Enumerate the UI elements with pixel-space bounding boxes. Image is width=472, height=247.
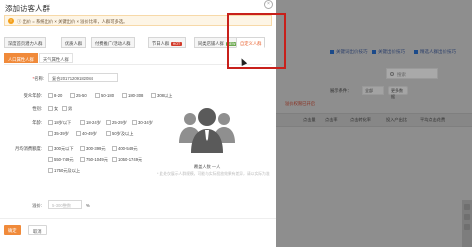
bg-search-input: 搜索	[386, 68, 438, 79]
tab-paid-promo[interactable]: 付费推广/活动人群	[91, 37, 135, 48]
close-icon[interactable]: ×	[264, 0, 273, 9]
bg-more-button: 更多数据	[388, 86, 408, 99]
bg-col: 点击率	[325, 117, 338, 122]
bg-col: 平均点击花费	[420, 117, 446, 122]
modal-footer: 确定 取消	[0, 218, 276, 247]
age-label: 受众年龄:	[23, 93, 42, 98]
annotation-highlight-box	[227, 13, 286, 69]
spend-option[interactable]: 750-1049元	[80, 157, 108, 163]
age-option[interactable]: 8-20	[48, 93, 62, 98]
coverage-hint: * 此处仅展示人群规模，可能与实际投放效果有差异，请以实际为准	[157, 172, 270, 176]
premium-label: 溢价:	[32, 203, 42, 208]
checkbox[interactable]	[48, 157, 53, 162]
gender-label: 性别:	[32, 106, 42, 111]
search-icon	[390, 72, 394, 76]
checkbox[interactable]	[80, 157, 85, 162]
premium-unit: %	[86, 203, 90, 208]
checkbox[interactable]	[132, 120, 137, 125]
bg-filter-label: 展示条件：	[330, 88, 352, 93]
bg-col: 点击量	[303, 117, 316, 122]
tab-festival[interactable]: 节日人群 HOT	[148, 37, 186, 48]
age-option[interactable]: 50-180	[95, 93, 114, 98]
bg-warning: 溢价权限已开启	[285, 101, 316, 106]
age-range-option[interactable]: 40-49岁	[76, 131, 97, 137]
age-range-option[interactable]: 30-34岁	[132, 120, 153, 126]
age-option[interactable]: 180-308	[122, 93, 143, 98]
checkbox[interactable]	[112, 146, 117, 151]
spend-label: 月均消费额度:	[15, 146, 42, 151]
checkbox[interactable]	[48, 168, 53, 173]
confirm-button[interactable]: 确定	[4, 225, 21, 235]
bg-side-toolbar	[462, 200, 472, 247]
age-range-option[interactable]: 18-24岁	[80, 120, 101, 126]
gender-option-female[interactable]: 女	[48, 106, 58, 112]
tab-deep-potential[interactable]: 深度首页潜力人群	[4, 37, 47, 48]
checkbox[interactable]	[112, 157, 117, 162]
spend-option[interactable]: 400-549元	[112, 146, 138, 152]
age-range-option[interactable]: 50岁及以上	[106, 131, 133, 137]
checkbox[interactable]	[106, 131, 111, 136]
age-option[interactable]: 25-50	[70, 93, 87, 98]
modal-title: 添加访客人群	[5, 4, 50, 13]
checkbox[interactable]	[48, 131, 53, 136]
age-range-option[interactable]: 35-39岁	[48, 131, 69, 137]
checkbox[interactable]	[80, 146, 85, 151]
bg-col: 投入产出比	[386, 117, 407, 122]
checkbox[interactable]	[62, 106, 67, 111]
notice-text: ⓘ 出价 = 系统出价 × 关键出价 × 溢价比率，人群可多选。	[17, 18, 128, 24]
people-icon	[179, 108, 235, 153]
checkbox[interactable]	[106, 120, 111, 125]
checkbox[interactable]	[48, 146, 53, 151]
cancel-button[interactable]: 取消	[28, 225, 47, 235]
bg-link-crowd: 精选人群出价技巧	[414, 49, 456, 55]
premium-input[interactable]: 5-300整数	[48, 200, 82, 209]
checkbox[interactable]	[70, 93, 75, 98]
checkbox[interactable]	[48, 120, 53, 125]
name-label: *名称:	[32, 76, 44, 81]
spend-option[interactable]: 300元以下	[48, 146, 74, 152]
age-range-option[interactable]: 18岁以下	[48, 120, 71, 126]
hot-badge: HOT	[171, 41, 182, 46]
checkbox[interactable]	[48, 106, 53, 111]
bg-link-keyword: 关键词出价技巧	[330, 49, 368, 55]
checkbox[interactable]	[48, 93, 53, 98]
subtab-weather[interactable]: 天气属性人群	[39, 53, 73, 63]
bg-col: 点击转化率	[350, 117, 371, 122]
bg-link-bid: 关键出价技巧	[372, 49, 405, 55]
info-icon: !	[8, 18, 14, 24]
tab-quality[interactable]: 优质人群	[61, 37, 87, 48]
spend-option[interactable]: 300-399元	[80, 146, 106, 152]
checkbox[interactable]	[80, 120, 85, 125]
checkbox[interactable]	[95, 93, 100, 98]
age-range-option[interactable]: 25-29岁	[106, 120, 127, 126]
spend-option[interactable]: 550-749元	[48, 157, 74, 163]
spend-option[interactable]: 1750元及以上	[48, 168, 80, 174]
age-option[interactable]: 308以上	[151, 93, 172, 99]
bg-filter-select: 全部	[362, 86, 384, 95]
subtab-demographic[interactable]: 人口属性人群	[4, 53, 38, 63]
checkbox[interactable]	[76, 131, 81, 136]
gender-option-male[interactable]: 男	[62, 106, 72, 112]
checkbox[interactable]	[151, 93, 156, 98]
coverage-caption: 覆盖人数 一人	[194, 164, 221, 169]
checkbox[interactable]	[122, 93, 127, 98]
age-range-label: 年龄:	[32, 120, 42, 125]
name-input[interactable]: 复合20171209182084	[48, 73, 118, 82]
spend-option[interactable]: 1050-1749元	[112, 157, 142, 163]
